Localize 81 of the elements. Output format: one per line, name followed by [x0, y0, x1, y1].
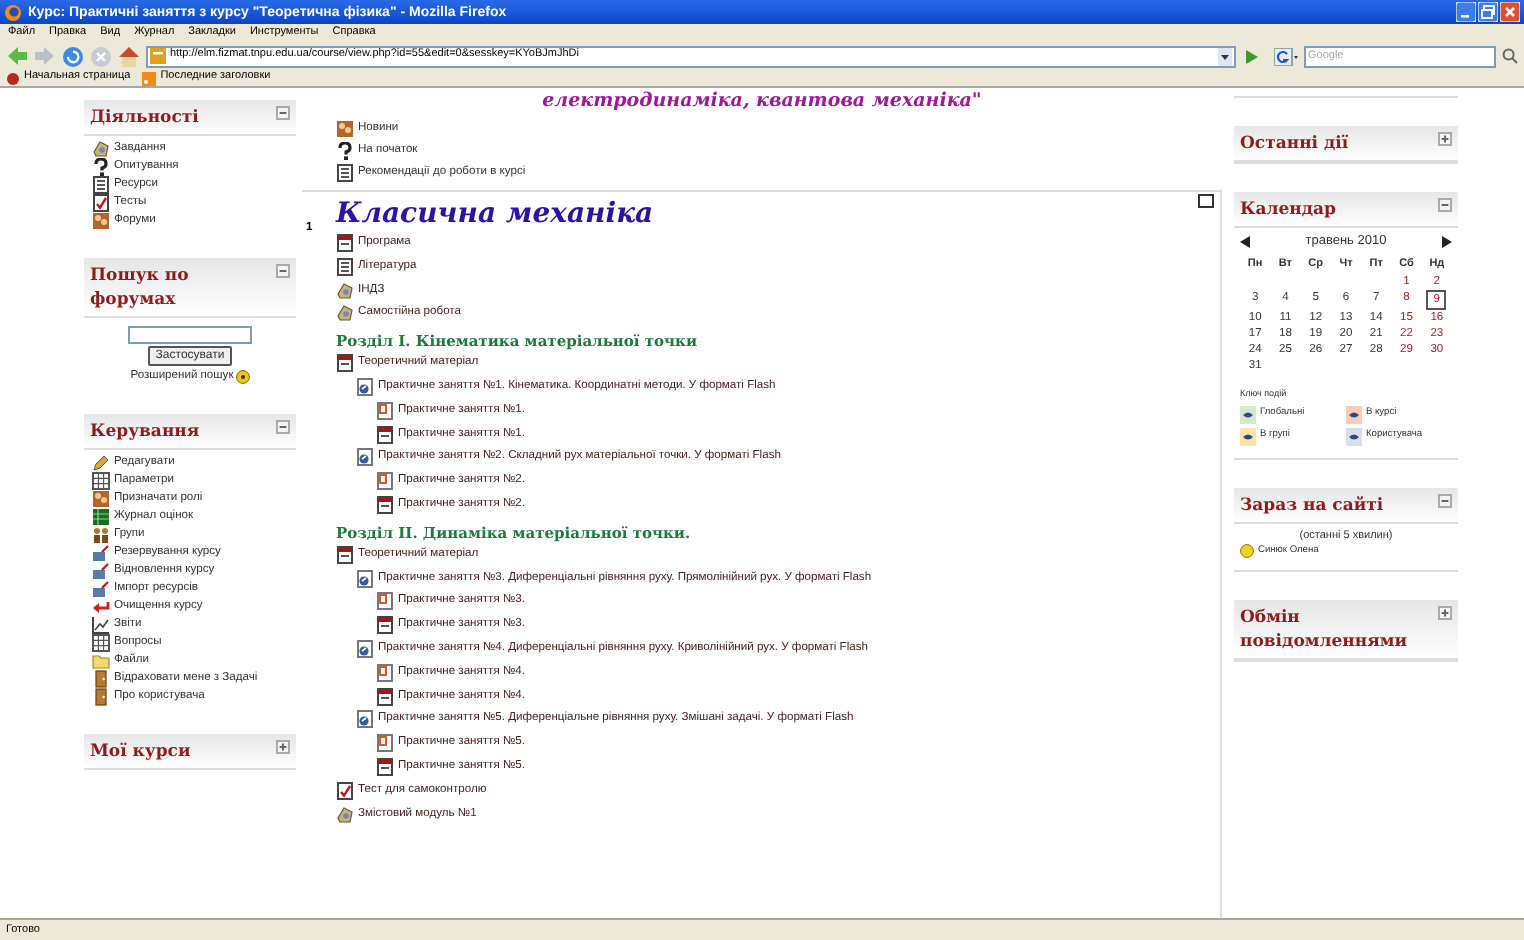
slides-icon [376, 592, 394, 611]
block-title: Керування [90, 419, 200, 444]
user-avatar-icon [1240, 543, 1254, 558]
collapse-icon[interactable] [1438, 198, 1452, 212]
section-title: Класична механіка [336, 196, 654, 234]
block-title: Зараз на сайті [1240, 493, 1384, 517]
expand-icon[interactable] [276, 739, 290, 754]
pdf-document-icon [376, 757, 394, 776]
reload-icon[interactable] [62, 45, 84, 67]
site-icon [150, 48, 166, 64]
home-icon[interactable] [118, 45, 140, 67]
dropdown-icon[interactable] [1218, 47, 1232, 65]
block-title: Мої курси [90, 739, 191, 764]
expand-icon[interactable] [1438, 132, 1452, 146]
link-document-icon [356, 639, 374, 658]
pdf-document-icon [336, 234, 354, 252]
slides-icon [376, 734, 394, 753]
question-icon [92, 158, 110, 176]
collapse-icon[interactable] [276, 419, 290, 434]
expand-icon[interactable] [1438, 605, 1452, 620]
chart-icon [92, 615, 110, 634]
help-icon[interactable] [235, 369, 250, 384]
search-icon[interactable] [1502, 48, 1518, 64]
event-type-swatch[interactable] [1346, 427, 1362, 445]
previous-month-icon[interactable] [1240, 235, 1252, 248]
highlight-toggle-icon[interactable] [1198, 194, 1214, 208]
people-icon [336, 120, 354, 138]
search-engine-icon[interactable] [1274, 47, 1298, 65]
folder-icon [92, 651, 110, 670]
pdf-document-icon [376, 495, 394, 514]
collapse-icon[interactable] [276, 106, 290, 120]
table-icon [92, 507, 110, 526]
link-document-icon [356, 448, 374, 467]
block-title: Обмін повідомленнями [1240, 605, 1410, 654]
home-page-icon [6, 71, 20, 85]
pencil-icon [92, 453, 110, 472]
question-icon [336, 142, 354, 160]
link-document-icon [356, 377, 374, 396]
disk-icon [92, 561, 110, 580]
collapse-icon[interactable] [276, 264, 290, 278]
door-icon [92, 687, 110, 706]
document-icon [92, 176, 110, 194]
close-icon[interactable] [1500, 2, 1520, 22]
pdf-document-icon [376, 687, 394, 706]
block-title: Пошук по форумах [90, 264, 191, 312]
next-month-icon[interactable] [1439, 235, 1452, 248]
disk-icon [92, 579, 110, 598]
link-document-icon [356, 569, 374, 588]
people-icon [92, 525, 110, 544]
block-title: Календар [1240, 198, 1336, 222]
arrow-icon [92, 597, 110, 616]
go-icon[interactable] [1242, 47, 1260, 65]
event-type-swatch[interactable] [1240, 405, 1256, 423]
event-type-swatch[interactable] [1240, 427, 1256, 445]
door-icon [92, 669, 110, 688]
checklist-icon [92, 194, 110, 212]
grid-icon [92, 471, 110, 490]
slides-icon [376, 663, 394, 682]
restore-icon[interactable] [1478, 2, 1498, 22]
people-icon [92, 212, 110, 230]
pdf-document-icon [376, 616, 394, 635]
pdf-document-icon [376, 425, 394, 444]
browser-logo-icon [4, 3, 22, 21]
event-type-swatch[interactable] [1346, 405, 1362, 423]
disk-icon [92, 543, 110, 562]
search-field[interactable] [128, 326, 252, 344]
link-document-icon [356, 710, 374, 729]
minimize-icon[interactable] [1456, 2, 1476, 22]
pdf-document-icon [336, 545, 354, 564]
checklist-icon [336, 781, 354, 800]
course-heading: електродинаміка, квантова механіка" [540, 90, 984, 114]
slides-icon [376, 472, 394, 491]
block-title: Діяльності [90, 106, 199, 130]
block-title: Останні дії [1240, 132, 1349, 156]
people-icon [92, 489, 110, 508]
grid-icon [92, 633, 110, 652]
document-icon [336, 257, 354, 276]
pdf-document-icon [336, 354, 354, 373]
collapse-icon[interactable] [1438, 493, 1452, 507]
slides-icon [376, 401, 394, 420]
document-icon [336, 164, 354, 182]
